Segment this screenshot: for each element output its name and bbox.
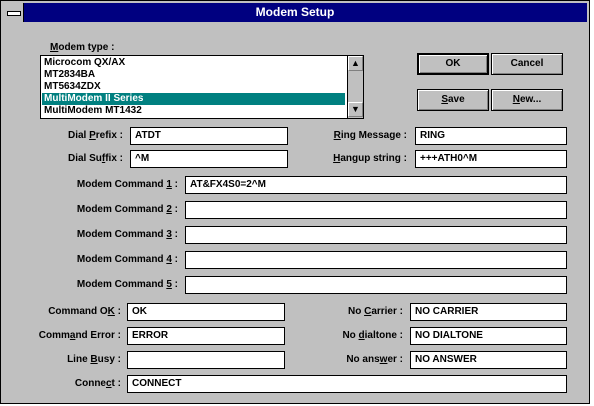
- connect-label: Connect :: [74, 378, 121, 389]
- modem-list-item[interactable]: Microcom QX/AX: [42, 57, 345, 69]
- dial-suffix-label: Dial Suffix :: [67, 153, 123, 164]
- no-carrier-label: No Carrier :: [347, 306, 403, 317]
- new-button[interactable]: New...: [491, 89, 563, 111]
- scroll-down-arrow-icon[interactable]: ▼: [348, 102, 363, 117]
- command-error-label: Command Error :: [38, 330, 121, 341]
- no-dialtone-field[interactable]: NO DIALTONE: [410, 327, 567, 345]
- modem-setup-window: Modem Setup Modem type : Microcom QX/AX …: [0, 0, 590, 404]
- modem-command-4-label: Modem Command 4 :: [76, 254, 178, 265]
- connect-field[interactable]: CONNECT: [127, 375, 567, 393]
- command-ok-field[interactable]: OK: [127, 303, 285, 321]
- dial-prefix-field[interactable]: ATDT: [130, 127, 288, 145]
- modem-command-1-field[interactable]: AT&FX4S0=2^M: [185, 176, 567, 194]
- modem-type-listbox[interactable]: Microcom QX/AX MT2834BA MT5634ZDX MultiM…: [40, 55, 364, 119]
- save-button[interactable]: Save: [417, 89, 489, 111]
- modem-command-5-label: Modem Command 5 :: [76, 279, 178, 290]
- modem-type-label: Modem type :: [50, 42, 115, 53]
- system-menu-icon[interactable]: [3, 3, 24, 22]
- no-dialtone-label: No dialtone :: [342, 330, 403, 341]
- ok-button[interactable]: OK: [417, 53, 489, 75]
- dial-suffix-field[interactable]: ^M: [130, 150, 288, 168]
- scroll-up-arrow-icon[interactable]: ▲: [348, 56, 363, 71]
- modem-command-3-field[interactable]: [185, 226, 567, 244]
- modem-command-4-field[interactable]: [185, 251, 567, 269]
- modem-list-item[interactable]: MultiModem MT1432: [42, 105, 345, 117]
- hangup-string-field[interactable]: +++ATH0^M: [415, 150, 567, 168]
- modem-command-3-label: Modem Command 3 :: [76, 229, 178, 240]
- command-ok-label: Command OK :: [48, 306, 121, 317]
- dial-prefix-label: Dial Prefix :: [67, 130, 123, 141]
- modem-list-item[interactable]: MT5634ZDX: [42, 81, 345, 93]
- no-answer-label: No answer :: [346, 354, 403, 365]
- modem-command-2-field[interactable]: [185, 201, 567, 219]
- dialog-body: Modem type : Microcom QX/AX MT2834BA MT5…: [3, 23, 587, 403]
- hangup-string-label: Hangup string :: [333, 153, 407, 164]
- list-scrollbar[interactable]: ▲ ▼: [347, 56, 363, 118]
- modem-list-item[interactable]: MT2834BA: [42, 69, 345, 81]
- modem-command-2-label: Modem Command 2 :: [76, 204, 178, 215]
- line-busy-label: Line Busy :: [67, 354, 121, 365]
- modem-command-1-label: Modem Command 1 :: [76, 179, 178, 190]
- window-title: Modem Setup: [3, 3, 587, 22]
- modem-list-item-selected[interactable]: MultiModem II Series: [42, 93, 345, 105]
- ring-message-field[interactable]: RING: [415, 127, 567, 145]
- cancel-button[interactable]: Cancel: [491, 53, 563, 75]
- command-error-field[interactable]: ERROR: [127, 327, 285, 345]
- ring-message-label: Ring Message :: [333, 130, 407, 141]
- no-answer-field[interactable]: NO ANSWER: [410, 351, 567, 369]
- no-carrier-field[interactable]: NO CARRIER: [410, 303, 567, 321]
- line-busy-field[interactable]: [127, 351, 285, 369]
- modem-command-5-field[interactable]: [185, 276, 567, 294]
